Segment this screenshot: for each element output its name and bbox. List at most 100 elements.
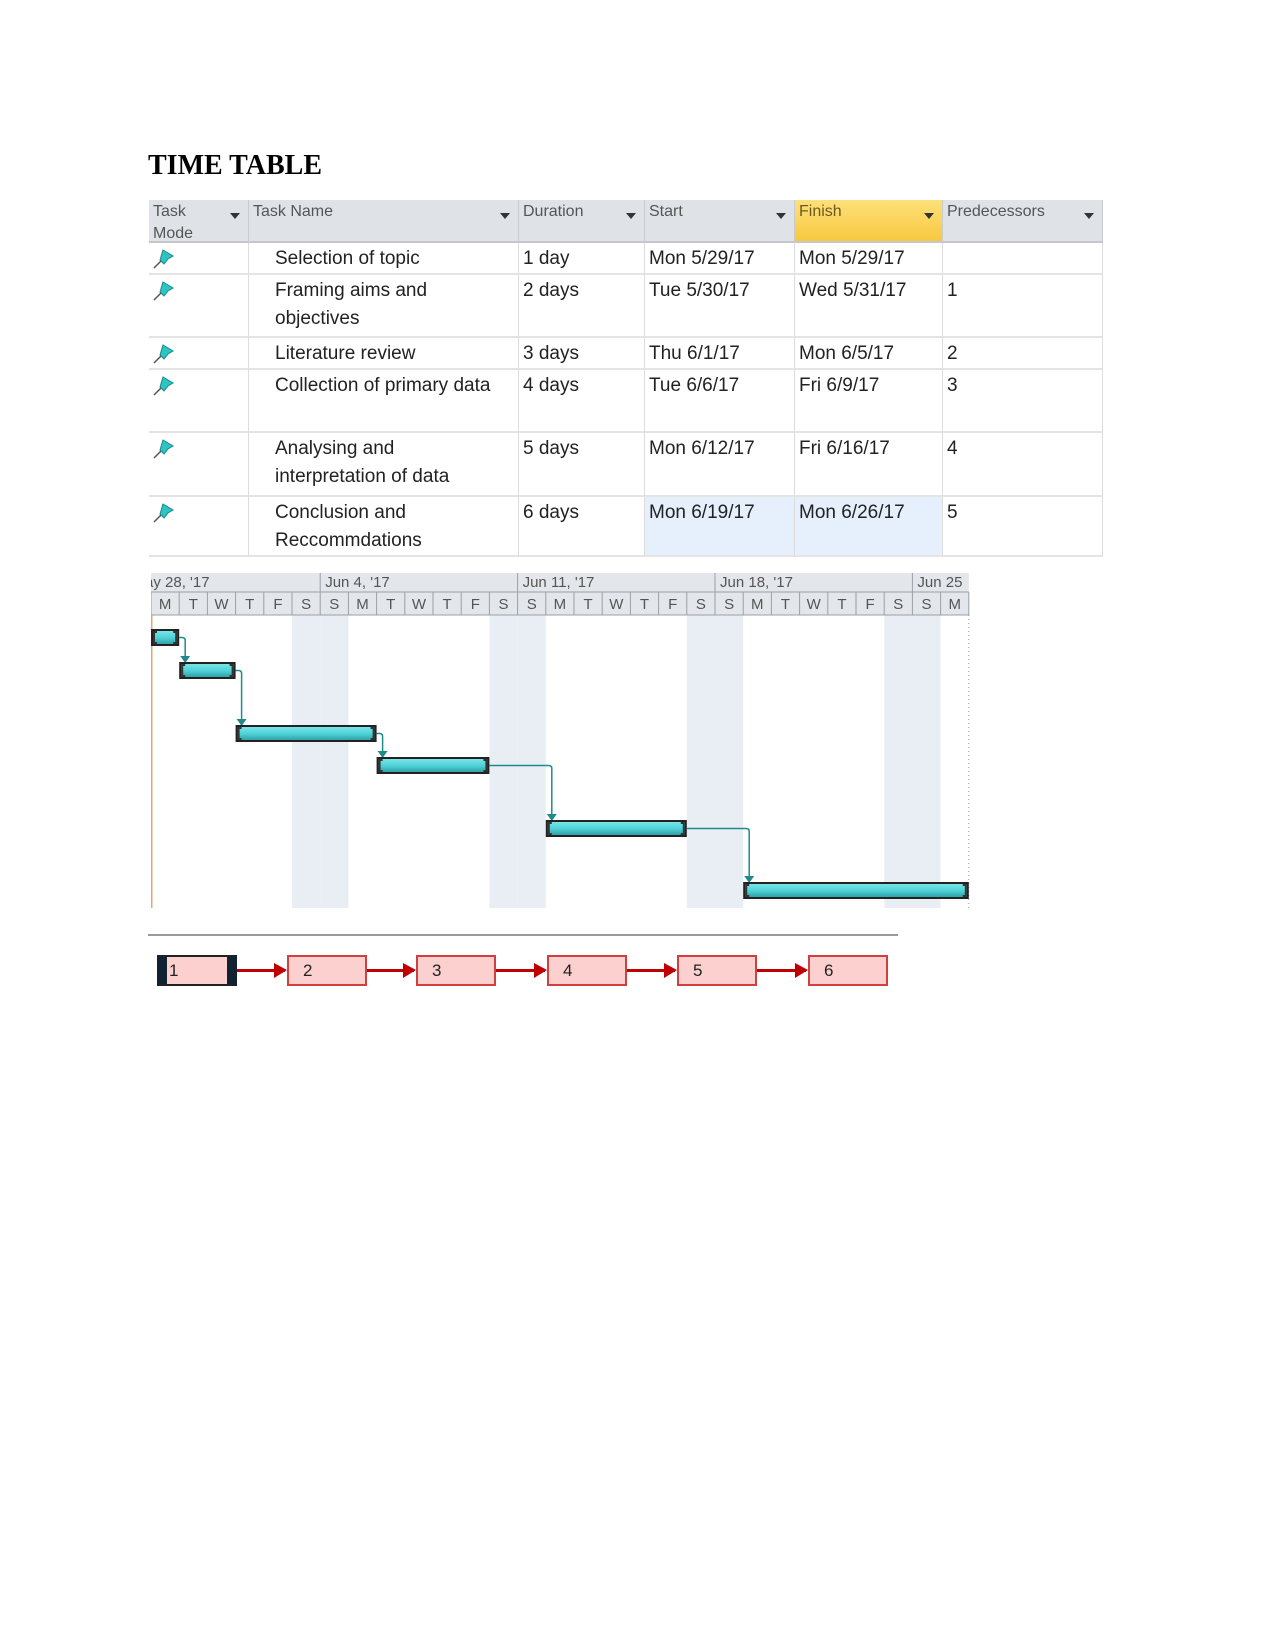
column-header-label: Start (649, 203, 683, 220)
cell-task-mode[interactable] (149, 497, 249, 557)
cell-predecessors[interactable]: 3 (943, 370, 1103, 433)
dropdown-arrow-icon[interactable] (626, 213, 636, 219)
cell-predecessors[interactable]: 2 (943, 338, 1103, 370)
cell-duration[interactable]: 1 day (519, 243, 645, 275)
start-text: Tue 6/6/17 (649, 375, 740, 396)
dropdown-arrow-icon[interactable] (230, 213, 240, 219)
dependency-link (179, 636, 186, 657)
dropdown-arrow-icon[interactable] (776, 213, 786, 219)
cell-duration[interactable]: 6 days (519, 497, 645, 557)
day-label: F (273, 596, 282, 613)
dropdown-arrow-icon[interactable] (500, 213, 510, 219)
day-label: T (640, 596, 649, 613)
cell-task-mode[interactable] (149, 243, 249, 275)
cell-predecessors[interactable]: 4 (943, 433, 1103, 497)
duration-text: 2 days (523, 280, 579, 301)
cell-start[interactable]: Mon 5/29/17 (645, 243, 795, 275)
task-bar[interactable] (376, 757, 490, 774)
network-node[interactable]: 1 (157, 955, 237, 986)
cell-start[interactable]: Tue 5/30/17 (645, 275, 795, 338)
network-node[interactable]: 2 (287, 955, 367, 986)
cell-start[interactable]: Tue 6/6/17 (645, 370, 795, 433)
day-label: T (781, 596, 790, 613)
manual-pin-icon (153, 439, 174, 459)
cell-predecessors[interactable] (943, 243, 1103, 275)
dependency-arrow-icon (377, 751, 388, 758)
weekend-shading (715, 615, 744, 908)
cell-task-name[interactable]: Conclusion and Reccommdations (249, 497, 519, 557)
network-node[interactable]: 3 (416, 955, 496, 986)
column-header-start[interactable]: Start (645, 200, 795, 243)
week-label: Jun 25 (917, 574, 962, 591)
day-label: S (498, 596, 508, 613)
day-label: S (921, 596, 931, 613)
day-label: T (386, 596, 395, 613)
page-title: TIME TABLE (148, 150, 323, 181)
cell-task-name[interactable]: Framing aims and objectives (249, 275, 519, 338)
column-header-label: Duration (523, 203, 584, 220)
task-bar[interactable] (179, 662, 236, 679)
column-header-task-mode[interactable]: Task Mode (149, 200, 249, 243)
cell-task-name[interactable]: Collection of primary data (249, 370, 519, 433)
week-label: ay 28, '17 (151, 574, 210, 591)
cell-finish[interactable]: Fri 6/16/17 (795, 433, 943, 497)
cell-start[interactable]: Mon 6/19/17 (645, 497, 795, 557)
task-name-text: Collection of primary data (275, 375, 491, 396)
cell-task-mode[interactable] (149, 338, 249, 370)
network-node[interactable]: 5 (677, 955, 757, 986)
dropdown-arrow-icon[interactable] (924, 213, 934, 219)
duration-text: 1 day (523, 248, 570, 269)
day-label: S (724, 596, 734, 613)
column-header-duration[interactable]: Duration (519, 200, 645, 243)
cell-finish[interactable]: Fri 6/9/17 (795, 370, 943, 433)
network-arrow-icon (627, 963, 677, 978)
week-label: Jun 11, '17 (523, 574, 595, 591)
cell-duration[interactable]: 2 days (519, 275, 645, 338)
cell-finish[interactable]: Mon 6/5/17 (795, 338, 943, 370)
cell-predecessors[interactable]: 1 (943, 275, 1103, 338)
cell-duration[interactable]: 4 days (519, 370, 645, 433)
week-label: Jun 4, '17 (325, 574, 390, 591)
cell-duration[interactable]: 5 days (519, 433, 645, 497)
network-node[interactable]: 4 (547, 955, 627, 986)
gantt-chart: ay 28, '17 Jun 4, '17 Jun 11, '17 Jun 18, '… (151, 573, 970, 908)
cell-task-mode[interactable] (149, 275, 249, 338)
dropdown-arrow-icon[interactable] (1084, 213, 1094, 219)
network-node[interactable]: 6 (808, 955, 888, 986)
finish-text: Mon 5/29/17 (799, 248, 905, 269)
day-label: W (412, 596, 427, 613)
finish-text: Fri 6/16/17 (799, 438, 890, 459)
task-name-text: Selection of topic (275, 248, 420, 269)
day-label: M (159, 596, 172, 613)
start-text: Tue 5/30/17 (649, 280, 750, 301)
cell-start[interactable]: Mon 6/12/17 (645, 433, 795, 497)
day-label: S (329, 596, 339, 613)
cell-finish[interactable]: Mon 5/29/17 (795, 243, 943, 275)
task-bar[interactable] (545, 820, 687, 837)
divider (148, 934, 898, 936)
day-label: M (356, 596, 369, 613)
cell-start[interactable]: Thu 6/1/17 (645, 338, 795, 370)
cell-task-name[interactable]: Analysing and interpretation of data (249, 433, 519, 497)
cell-task-mode[interactable] (149, 433, 249, 497)
day-label: M (554, 596, 567, 613)
cell-predecessors[interactable]: 5 (943, 497, 1103, 557)
column-header-label: Predecessors (947, 203, 1045, 220)
task-bar[interactable] (743, 882, 969, 899)
cell-task-mode[interactable] (149, 370, 249, 433)
cell-task-name[interactable]: Literature review (249, 338, 519, 370)
cell-finish[interactable]: Mon 6/26/17 (795, 497, 943, 557)
column-header-finish[interactable]: Finish (795, 200, 943, 243)
weekend-shading (912, 615, 941, 908)
column-header-predecessors[interactable]: Predecessors (943, 200, 1103, 243)
cell-duration[interactable]: 3 days (519, 338, 645, 370)
weekend-shading (686, 615, 715, 908)
start-text: Mon 5/29/17 (649, 248, 755, 269)
cell-task-name[interactable]: Selection of topic (249, 243, 519, 275)
cell-finish[interactable]: Wed 5/31/17 (795, 275, 943, 338)
column-header-task-name[interactable]: Task Name (249, 200, 519, 243)
task-bar[interactable] (235, 725, 377, 742)
start-text: Thu 6/1/17 (649, 343, 740, 364)
predecessors-text: 5 (947, 502, 958, 523)
day-label: T (443, 596, 452, 613)
